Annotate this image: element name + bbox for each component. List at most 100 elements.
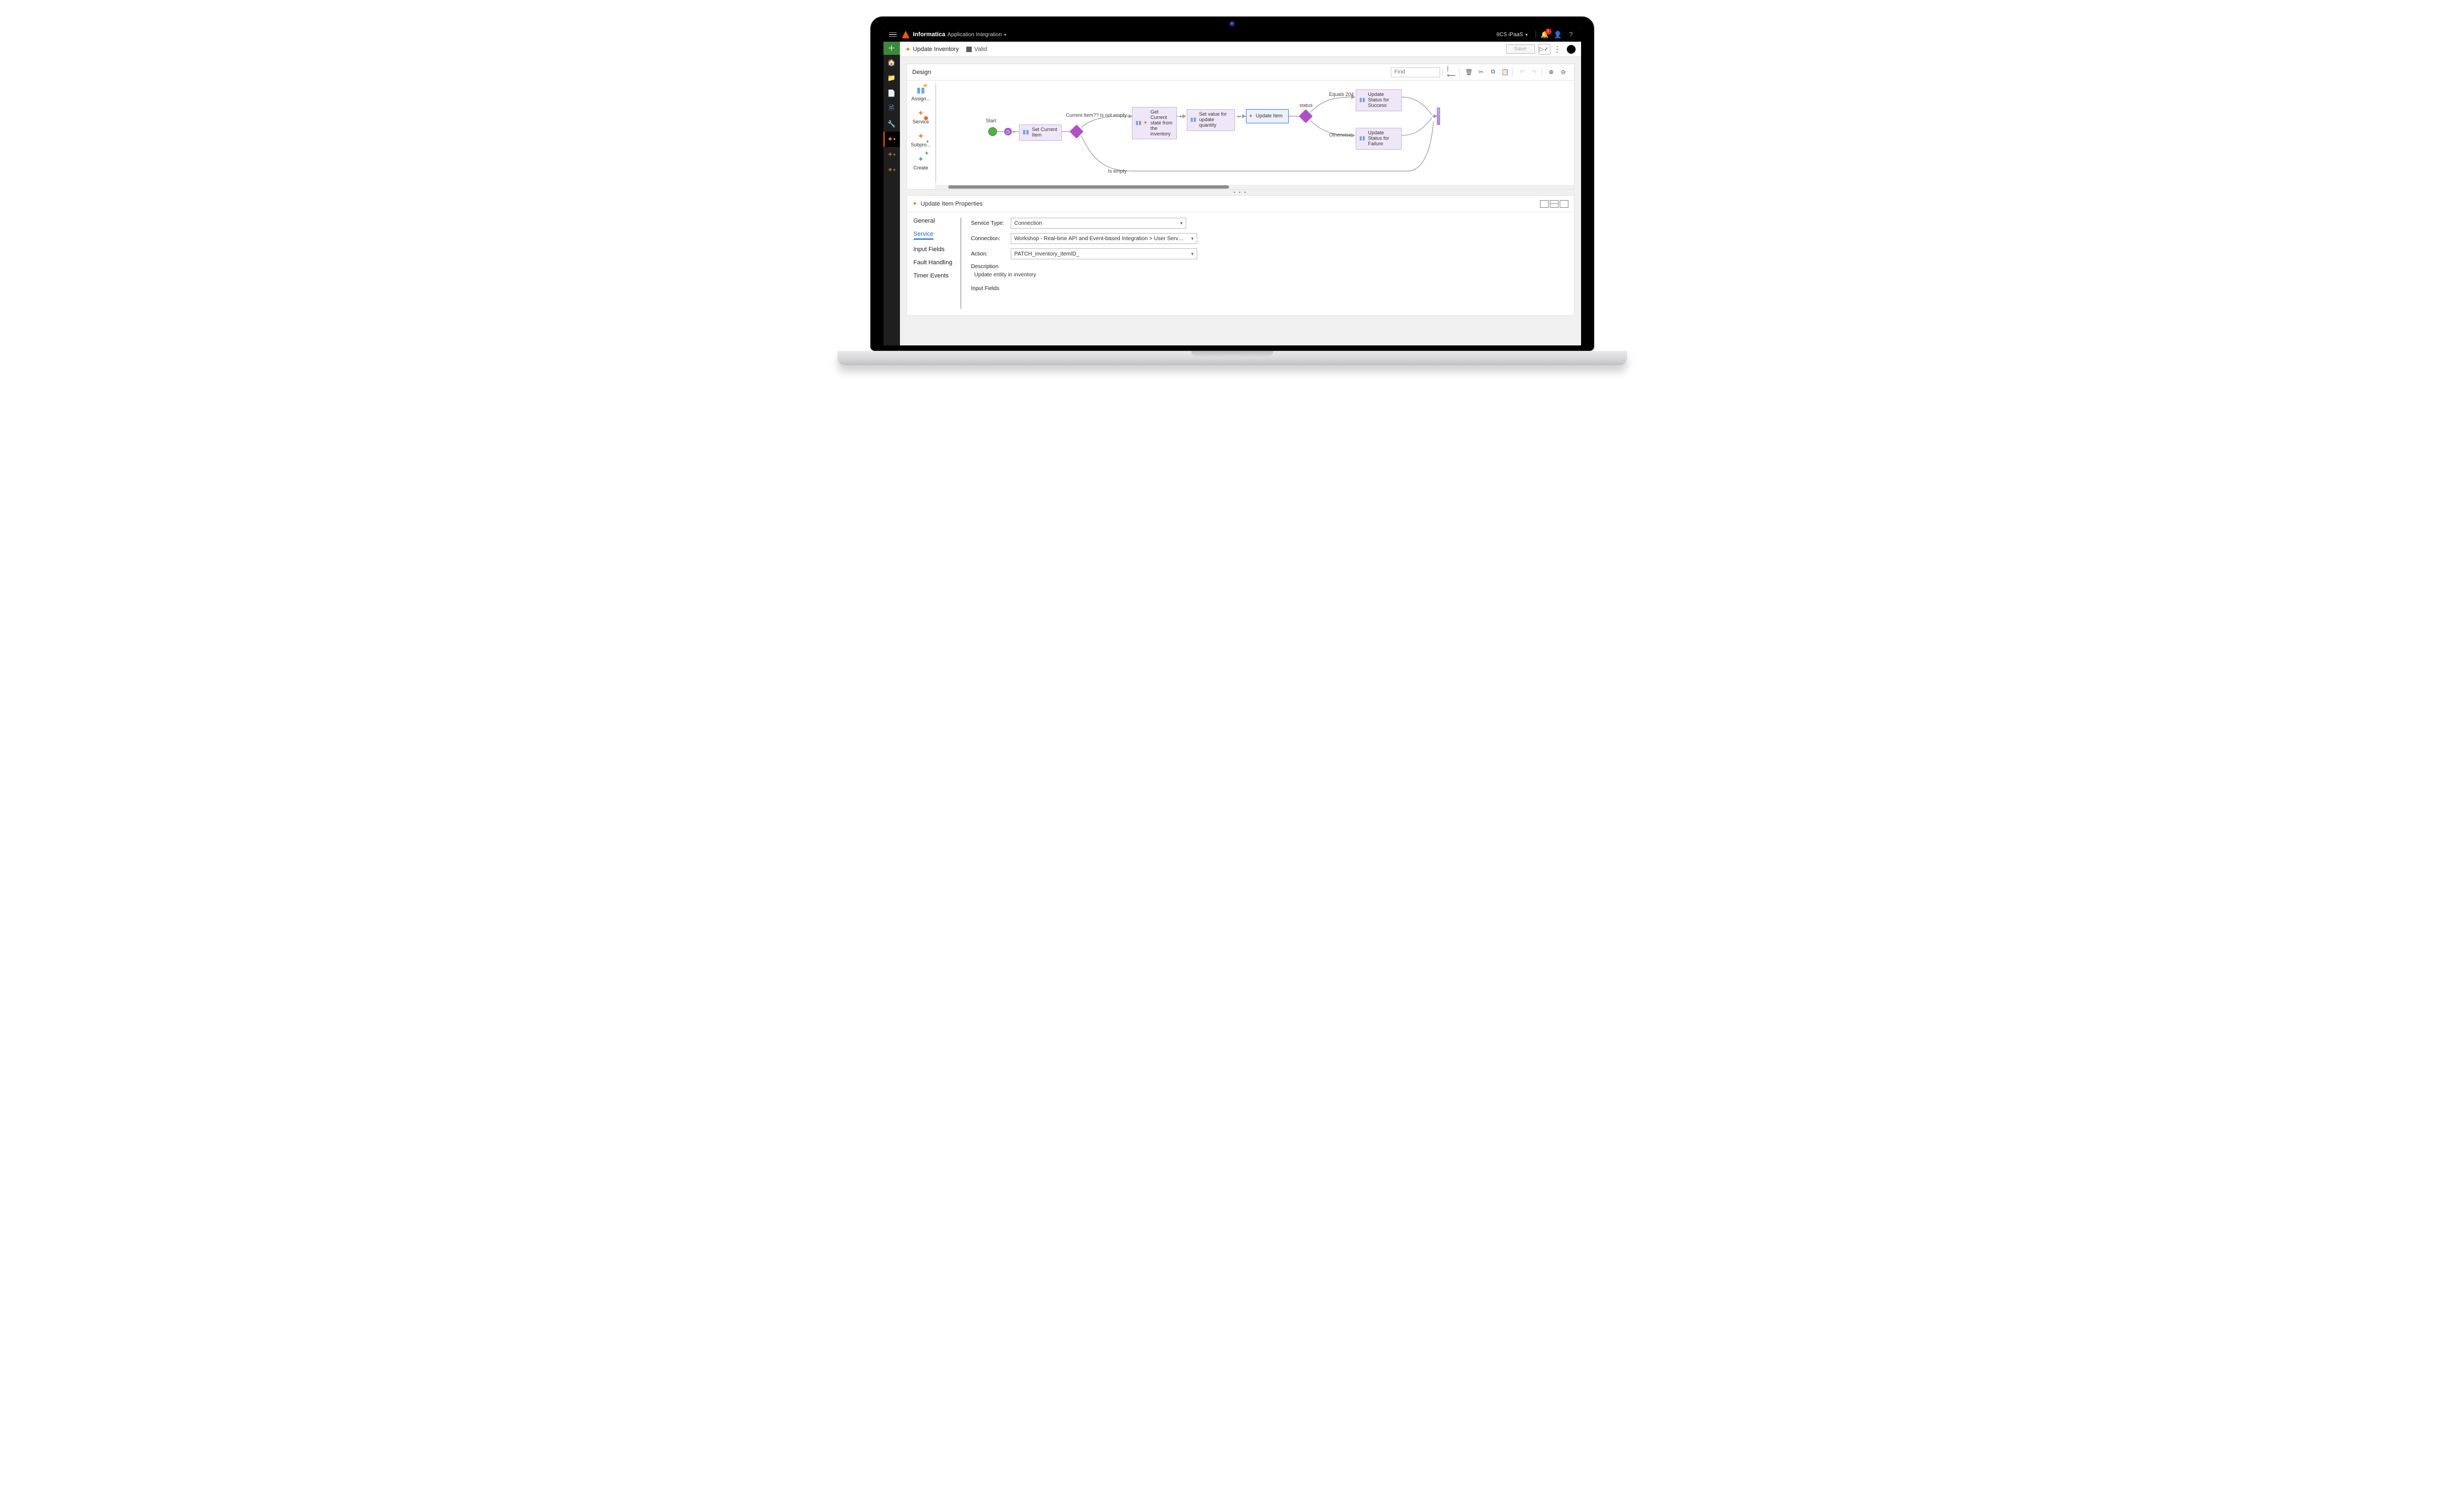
action-select[interactable]: PATCH_inventory_itemID_ [1011, 248, 1197, 259]
palette-subprocess[interactable]: ✦ Subpro... [911, 130, 931, 147]
rail-tools[interactable]: 🔧 [883, 116, 900, 132]
cut-icon[interactable]: ✂ [1476, 67, 1486, 77]
brand-name: Informatica [913, 31, 945, 38]
node-update-item[interactable]: ✦ Update Item [1246, 109, 1289, 123]
branch-otherwise-label: Otherwise [1329, 132, 1352, 138]
avatar[interactable] [1567, 45, 1576, 54]
properties-panel: ✦ Update Item Properties [907, 195, 1574, 316]
rail-explore[interactable]: 📁 [883, 70, 900, 86]
assign-icon: ▮▮ [1360, 98, 1366, 102]
tab-input-fields[interactable]: Input Fields [914, 246, 956, 253]
org-name: IICS iPaaS [1497, 32, 1523, 38]
start-node[interactable] [988, 127, 997, 136]
menu-button[interactable] [889, 32, 897, 37]
layout-full-button[interactable] [1560, 200, 1568, 208]
action-label: Action: [971, 251, 1011, 257]
connection-value: Workshop - Real-time API and Event-based… [1015, 236, 1185, 242]
topbar: Informatica Application Integration ▾ II… [883, 27, 1581, 42]
help-button[interactable]: ? [1567, 31, 1576, 38]
properties-form: Service Type: Connection Connection: [960, 218, 1197, 309]
assign-icon: ▮▮ [1023, 130, 1029, 135]
node-label: Set value for update quantity [1199, 112, 1231, 128]
informatica-logo-icon [902, 31, 910, 38]
paste-icon: 📋 [1500, 67, 1510, 77]
tab-header: ✦ Update Inventory Valid Save ▷✓ ⋮ [900, 42, 1581, 57]
rail-process-3[interactable]: ✦• [883, 162, 900, 178]
webcam [1230, 21, 1235, 27]
undo-icon[interactable]: ↶ [1517, 67, 1527, 77]
layout-split-h-button[interactable] [1550, 200, 1559, 208]
node-label: Get Current state from the inventory [1151, 110, 1173, 137]
tab-service[interactable]: Service [914, 231, 934, 240]
product-name[interactable]: Application Integration [948, 32, 1002, 38]
palette-assign[interactable]: ▮▮ Assign... [911, 84, 931, 101]
assign-icon: ▮▮ [915, 84, 927, 96]
tab-fault-handling[interactable]: Fault Handling [914, 259, 956, 266]
node-update-status-failure[interactable]: ▮▮ Update Status for Failure [1356, 128, 1402, 150]
delete-icon[interactable]: 🗑 [1464, 67, 1474, 77]
service-icon: ✦ [1143, 120, 1148, 126]
flow-canvas[interactable]: Start Current Item?? Is not empty Is emp… [936, 81, 1574, 189]
rail-process-active[interactable]: ✦• [883, 132, 900, 147]
go-start-icon[interactable]: |⟵ [1447, 67, 1457, 77]
find-input[interactable] [1391, 67, 1440, 77]
status-indicator-icon [966, 47, 972, 52]
node-label: Update Status for Failure [1368, 130, 1398, 147]
palette-service[interactable]: ✦ Service [913, 107, 929, 124]
node-set-current-item[interactable]: ▮▮ Set Current Item [1019, 124, 1062, 141]
create-icon: ✦ [915, 153, 927, 165]
palette-create[interactable]: ✦ Create [913, 153, 928, 171]
notification-badge: 1 [1545, 29, 1551, 35]
timer-icon[interactable]: ◷ [1004, 128, 1012, 135]
service-icon: ✦ [913, 200, 917, 207]
tab-general[interactable]: General [914, 218, 956, 224]
assign-icon: ▮▮ [1136, 121, 1142, 125]
more-actions-button[interactable]: ⋮ [1553, 44, 1562, 54]
copy-icon[interactable]: ⧉ [1488, 67, 1498, 77]
horizontal-scrollbar[interactable] [936, 185, 1574, 189]
service-type-select[interactable]: Connection [1011, 218, 1186, 229]
rail-home[interactable]: 🏠 [883, 55, 900, 70]
service-type-label: Service Type: [971, 220, 1011, 226]
arrow-icon: ▸ [1238, 113, 1241, 120]
layout-single-button[interactable] [1540, 200, 1549, 208]
save-button[interactable]: Save [1506, 44, 1535, 54]
node-set-value-update[interactable]: ▮▮ Set value for update quantity [1187, 109, 1235, 131]
user-button[interactable]: 👤 [1554, 31, 1562, 38]
palette-label: Assign... [911, 96, 931, 101]
description-heading: Description [971, 264, 1197, 270]
assign-icon: ▮▮ [1191, 118, 1197, 122]
design-panel-title: Design [913, 69, 931, 76]
zoom-in-icon[interactable]: ⊕ [1547, 67, 1556, 77]
tab-timer-events[interactable]: Timer Events [914, 273, 956, 279]
branch-not-empty-label: Is not empty [1100, 112, 1127, 118]
left-rail: ＋ 🏠 📁 📄 🗎 🔧 ✦• ✦• ✦• [883, 42, 900, 345]
notifications-button[interactable]: 🔔 1 [1540, 31, 1549, 38]
org-switcher[interactable]: IICS iPaaS ▾ [1493, 32, 1531, 38]
node-get-current-state[interactable]: ▮▮ ✦ Get Current state from the inventor… [1132, 107, 1177, 139]
end-node[interactable] [1437, 107, 1440, 125]
redo-icon[interactable]: ↷ [1530, 67, 1539, 77]
connection-label: Connection: [971, 236, 1011, 242]
zoom-out-icon[interactable]: ⊖ [1559, 67, 1568, 77]
start-label: Start [986, 118, 996, 123]
node-update-status-success[interactable]: ▮▮ Update Status for Success [1356, 89, 1402, 111]
panel-resize-handle[interactable]: • • • [907, 190, 1574, 195]
properties-title: Update Item Properties [921, 201, 983, 207]
input-fields-heading: Input Fields [971, 286, 1197, 292]
rail-import[interactable]: 📄 [883, 86, 900, 101]
node-label: Update Item [1256, 113, 1283, 119]
subprocess-icon: ✦ [915, 130, 927, 142]
branch-empty-label: Is empty [1108, 168, 1127, 174]
rail-document[interactable]: 🗎 [883, 101, 900, 116]
connection-select[interactable]: Workshop - Real-time API and Event-based… [1011, 233, 1197, 244]
laptop-base [837, 351, 1627, 365]
arrow-icon: ▸ [1013, 129, 1016, 135]
new-button[interactable]: ＋ [883, 42, 900, 55]
rail-process-2[interactable]: ✦• [883, 147, 900, 162]
arrow-icon: ▸ [1180, 113, 1183, 120]
chevron-down-icon[interactable]: ▾ [1004, 32, 1006, 37]
status-decision-label: status [1300, 103, 1313, 108]
run-button[interactable]: ▷✓ [1538, 44, 1550, 55]
process-icon: ✦ [905, 46, 911, 53]
